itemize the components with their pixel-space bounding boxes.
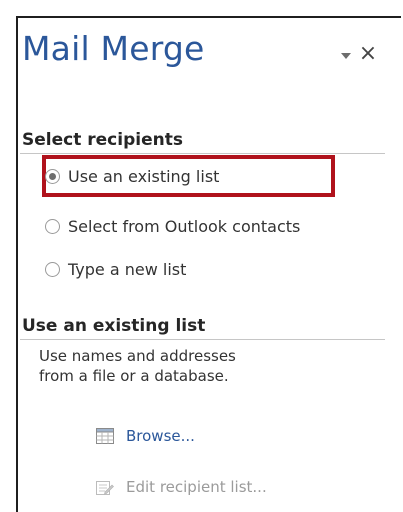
radio-button[interactable]: [45, 261, 60, 277]
description-line: Use names and addresses: [39, 347, 236, 365]
screenshot-frame: Mail Merge × Select recipients Use an ex…: [0, 0, 403, 512]
browse-link-label[interactable]: Browse...: [126, 427, 195, 445]
edit-recipient-list-label: Edit recipient list...: [126, 478, 267, 496]
radio-button[interactable]: [45, 218, 60, 234]
pane-header-controls: ×: [339, 43, 387, 68]
pane-title: Mail Merge: [22, 29, 205, 68]
task-pane-options-icon[interactable]: [341, 53, 351, 59]
radio-use-existing-list[interactable]: Use an existing list: [45, 163, 219, 189]
close-icon[interactable]: ×: [358, 43, 378, 65]
radio-button-checked[interactable]: [45, 168, 60, 184]
edit-recipient-list-link: Edit recipient list...: [96, 475, 267, 499]
use-existing-list-heading: Use an existing list: [22, 316, 206, 336]
radio-label: Use an existing list: [68, 166, 220, 186]
radio-label: Select from Outlook contacts: [68, 216, 301, 236]
section-divider: [20, 153, 385, 154]
browse-table-icon: [96, 428, 114, 444]
description-line: from a file or a database.: [39, 367, 229, 385]
existing-list-description: Use names and addresses from a file or a…: [39, 346, 359, 386]
radio-type-new-list[interactable]: Type a new list: [45, 256, 186, 282]
radio-select-from-outlook[interactable]: Select from Outlook contacts: [45, 213, 300, 239]
browse-link[interactable]: Browse...: [96, 424, 195, 448]
radio-label: Type a new list: [68, 259, 187, 279]
section-divider: [20, 339, 385, 340]
select-recipients-heading: Select recipients: [22, 130, 183, 150]
edit-list-icon: [96, 481, 114, 495]
